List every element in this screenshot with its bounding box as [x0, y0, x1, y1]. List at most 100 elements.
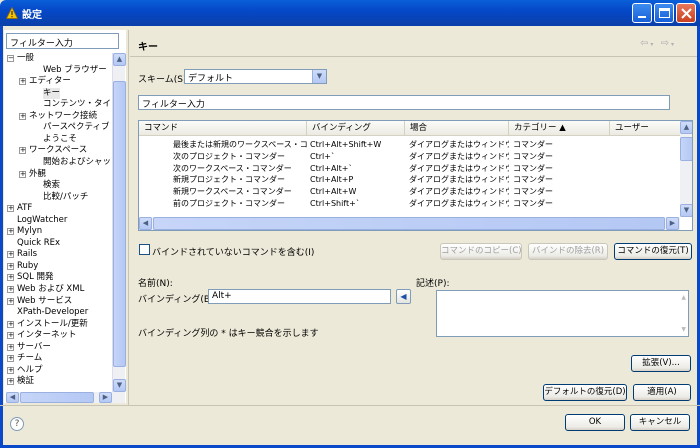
cell-when: ダイアログまたはウィンドウ [409, 140, 509, 149]
expand-icon[interactable]: + [7, 343, 14, 351]
cell-when: ダイアログまたはウィンドウ [409, 199, 509, 208]
expand-icon[interactable]: + [7, 205, 14, 213]
scroll-up-button[interactable]: ▲ [680, 121, 692, 134]
expand-icon[interactable]: + [19, 78, 26, 86]
pane-divider[interactable] [128, 30, 129, 405]
scroll-thumb[interactable] [113, 81, 126, 367]
expand-icon[interactable]: + [7, 228, 14, 236]
tree-item-label: SQL 開発 [17, 272, 54, 283]
expand-icon[interactable]: + [7, 332, 14, 340]
scroll-left-button[interactable]: ◀ [6, 392, 19, 403]
tree-item-label: 開始およびシャット [43, 156, 112, 167]
remove-binding-button[interactable]: バインドの除去(R) [528, 243, 608, 260]
cell-category: コマンダー [513, 187, 553, 197]
forward-icon[interactable]: ⇨ [661, 38, 671, 49]
scroll-left-button[interactable]: ◀ [139, 217, 152, 230]
restore-command-button[interactable]: コマンドの復元(T) [614, 243, 692, 260]
column-category[interactable]: カテゴリー ▲ [509, 121, 610, 136]
expand-icon[interactable]: + [7, 274, 14, 282]
apply-button[interactable]: 適用(A) [633, 384, 691, 401]
window-titlebar[interactable]: 設定 [0, 0, 700, 26]
key-bindings-table[interactable]: コマンド バインディング 場合 カテゴリー ▲ ユーザー 最後または新規のワーク… [138, 120, 693, 231]
chevron-down-icon[interactable]: ▼ [312, 70, 326, 83]
close-button[interactable] [676, 3, 696, 23]
column-user[interactable]: ユーザー [610, 121, 680, 136]
warning-icon [6, 7, 18, 19]
table-row[interactable]: 次のワークスペース・コマンダー Ctrl+Alt+` ダイアログまたはウィンドウ コマ… [139, 163, 680, 175]
back-icon[interactable]: ⇦ [640, 38, 650, 49]
scroll-down-button[interactable]: ▼ [680, 204, 692, 217]
cell-command: 次のプロジェクト・コマンダー [173, 151, 285, 161]
table-row[interactable]: 前のプロジェクト・コマンダー Ctrl+Shift+` ダイアログまたはウィンドウコ… [139, 198, 680, 210]
table-row[interactable]: 新規プロジェクト・コマンダー Ctrl+Alt+P ダイアログまたはウィンドウ コマン… [139, 174, 680, 186]
tree-item-label: インターネット [17, 330, 77, 341]
scroll-right-button[interactable]: ▶ [666, 217, 679, 230]
table-horizontal-scrollbar[interactable]: ◀ ▶ [139, 217, 680, 230]
column-command[interactable]: コマンド [139, 121, 307, 136]
window-title: 設定 [22, 10, 42, 21]
description-text[interactable]: ▲ ▼ [436, 290, 689, 337]
binding-label: バインディング(B): [138, 295, 217, 305]
include-unbound-checkbox[interactable] [139, 244, 150, 255]
cancel-button[interactable]: キャンセル [630, 414, 690, 431]
tree-filter-input[interactable]: フィルター入力 [6, 33, 119, 49]
expand-icon[interactable]: + [7, 251, 14, 259]
tree-item-label: Rails [17, 249, 38, 260]
scroll-thumb[interactable] [680, 137, 692, 161]
cell-binding: Ctrl+Alt+P [310, 175, 354, 185]
expand-icon[interactable]: + [7, 378, 14, 386]
table-vertical-scrollbar[interactable]: ▲ ▼ [680, 121, 692, 217]
restore-defaults-button[interactable]: デフォルトの復元(D) [543, 384, 627, 401]
tree-horizontal-scrollbar[interactable]: ◀ ▶ [6, 392, 125, 403]
tree-item-label: サーバー [17, 341, 51, 352]
extend-button[interactable]: 拡張(V)... [631, 355, 691, 372]
column-binding[interactable]: バインディング [307, 121, 405, 136]
scroll-down-button[interactable]: ▼ [113, 379, 126, 392]
column-when[interactable]: 場合 [405, 121, 509, 136]
table-header: コマンド バインディング 場合 カテゴリー ▲ ユーザー [139, 121, 692, 136]
ok-button[interactable]: OK [565, 414, 625, 431]
maximize-button[interactable] [654, 3, 674, 23]
include-unbound-label[interactable]: バインドされていないコマンドを含む(I) [152, 245, 314, 258]
scheme-select[interactable]: デフォルト ▼ [184, 69, 327, 84]
expand-icon[interactable]: + [19, 112, 26, 120]
cell-category: コマンダー [513, 199, 553, 208]
expand-icon[interactable]: + [7, 286, 14, 293]
minimize-button[interactable] [632, 3, 652, 23]
expand-icon[interactable]: + [7, 320, 14, 328]
scheme-value: デフォルト [188, 74, 234, 84]
help-icon[interactable]: ? [10, 417, 24, 431]
tree-item-label: ネットワーク接続 [29, 110, 98, 121]
expand-icon[interactable]: + [7, 366, 14, 374]
preferences-tree[interactable]: − 一般 Web ブラウザー + エディター キー コンテンツ・タイプ + ネットワーク接続 パー… [6, 53, 112, 388]
history-navigation[interactable]: ⇦▾ ⇨▾ [640, 38, 676, 49]
tree-item-label: キー [43, 87, 61, 99]
scroll-thumb[interactable] [20, 392, 94, 403]
copy-command-button[interactable]: コマンドのコピー(C) [440, 243, 522, 260]
tree-item-label: パースペクティブ [43, 122, 110, 133]
scroll-right-button[interactable]: ▶ [99, 392, 112, 403]
expand-icon[interactable]: + [7, 262, 14, 270]
expand-icon[interactable]: + [19, 170, 26, 178]
expand-icon[interactable]: + [7, 297, 14, 305]
scroll-up-button[interactable]: ▲ [113, 53, 126, 66]
command-filter-input[interactable]: フィルター入力 [138, 95, 670, 110]
collapse-icon[interactable]: − [7, 55, 14, 62]
forward-menu-icon[interactable]: ▾ [671, 41, 676, 48]
back-menu-icon[interactable]: ▾ [650, 41, 655, 48]
table-row[interactable]: 最後または新規のワークスペース・コマ Ctrl+Alt+Shift+W ダイアログま… [139, 139, 680, 151]
tree-item-label: ヘルプ [17, 364, 43, 375]
scroll-thumb[interactable] [153, 217, 665, 230]
expand-icon[interactable]: + [19, 147, 26, 155]
tree-item-label: ATF [17, 203, 33, 214]
expand-icon[interactable]: + [7, 355, 14, 363]
cell-category: コマンダー [513, 163, 553, 173]
binding-input[interactable]: Alt+ [208, 289, 391, 304]
tree-item-label: インストール/更新 [17, 318, 88, 329]
binding-menu-button[interactable]: ◀ [396, 289, 411, 304]
minimize-icon [638, 16, 646, 18]
tree-vertical-scrollbar[interactable]: ▲ ▼ [112, 53, 126, 392]
table-row[interactable]: 次のプロジェクト・コマンダー Ctrl+` ダイアログまたはウィンドウ コマンダー [139, 151, 680, 163]
table-row[interactable]: 新規ワークスペース・コマンダー Ctrl+Alt+W ダイアログまたはウィンドウ コマ… [139, 186, 680, 198]
tree-item-label: Web サービス [17, 295, 73, 306]
